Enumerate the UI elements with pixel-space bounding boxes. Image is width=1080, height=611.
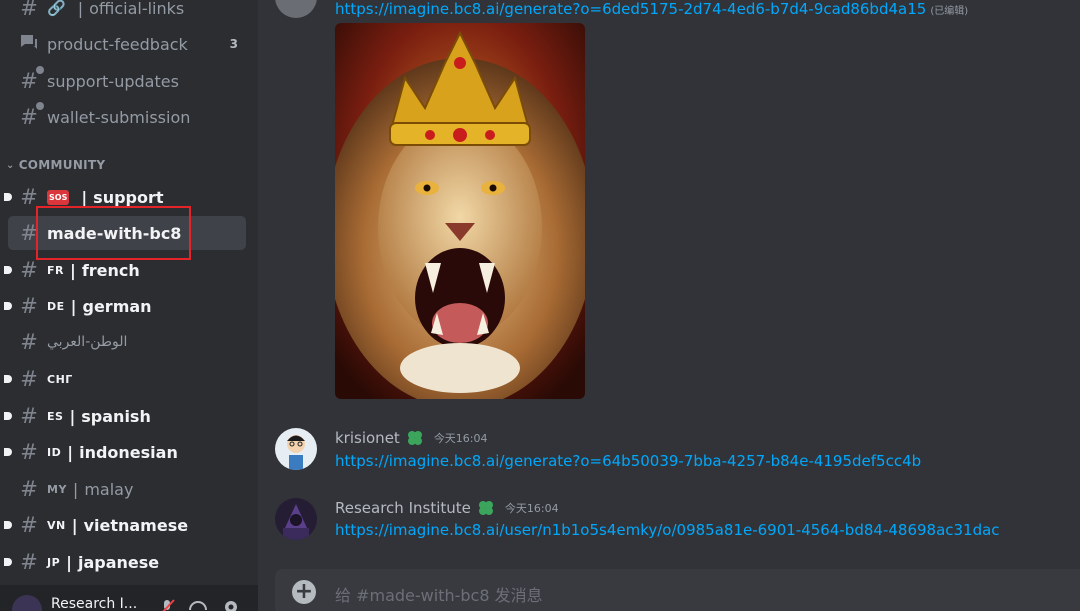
flag-fr-icon: FR: [47, 263, 64, 277]
channel-arabic[interactable]: # الوطن-العربي: [8, 325, 246, 359]
author-name[interactable]: Research Institute: [335, 499, 471, 517]
flag-cn-icon: CHГ: [47, 372, 73, 386]
flag-my-icon: MY: [47, 482, 67, 496]
channel-label: spanish: [81, 406, 151, 426]
category-label: COMMUNITY: [18, 158, 106, 172]
lion-king-image: [335, 23, 585, 399]
gear-icon[interactable]: [222, 598, 240, 611]
channel-label: indonesian: [79, 442, 178, 462]
highlight-annotation-box: [36, 206, 191, 260]
announcement-hash-icon: #: [18, 102, 44, 129]
channel-label: official-links: [89, 0, 185, 18]
link-text[interactable]: https://imagine.bc8.ai/generate?o=6ded51…: [335, 0, 926, 18]
clover-badge-icon: [407, 431, 422, 445]
hash-icon: #: [20, 294, 38, 318]
channel-label: wallet-submission: [47, 107, 191, 127]
channel-separator: |: [72, 479, 79, 499]
channel-label: vietnamese: [83, 515, 189, 535]
channel-label: japanese: [78, 552, 160, 572]
channel-label: product-feedback: [47, 34, 188, 54]
chevron-down-icon: ⌄: [6, 159, 15, 171]
unread-indicator: [4, 448, 12, 456]
channel-label: french: [81, 260, 140, 280]
channel-separator: |: [81, 187, 88, 207]
user-avatar[interactable]: [12, 595, 42, 611]
channel-japanese[interactable]: # JP | japanese: [4, 545, 246, 579]
hash-icon: #: [20, 367, 38, 391]
message-link[interactable]: https://imagine.bc8.ai/user/n1b1o5s4emky…: [335, 521, 1000, 539]
hash-icon: #: [20, 550, 38, 574]
flag-es-icon: ES: [47, 409, 64, 423]
message-link[interactable]: https://imagine.bc8.ai/generate?o=64b500…: [335, 452, 921, 470]
channel-label: german: [82, 296, 152, 316]
flag-vn-icon: VN: [47, 518, 66, 532]
message-timestamp: 今天16:04: [433, 432, 488, 445]
channel-separator: |: [69, 406, 76, 426]
hash-icon: #: [20, 0, 38, 20]
channel-separator: |: [67, 442, 74, 462]
channel-separator: |: [77, 0, 84, 18]
channel-label: الوطن-العربي: [47, 334, 128, 350]
user-avatar[interactable]: [275, 0, 317, 18]
category-community[interactable]: ⌄ COMMUNITY: [6, 158, 105, 172]
hash-icon: #: [20, 258, 38, 282]
unread-indicator: [4, 375, 12, 383]
channel-label: support-updates: [47, 71, 179, 91]
channel-vietnamese[interactable]: # VN | vietnamese: [4, 508, 246, 542]
channel-malay[interactable]: # MY | malay: [8, 472, 246, 506]
hash-icon: #: [20, 404, 38, 428]
channel-label: malay: [84, 479, 134, 499]
channel-indonesian[interactable]: # ID | indonesian: [4, 435, 246, 469]
unread-indicator: [4, 558, 12, 566]
channel-support-updates[interactable]: # support-updates: [8, 64, 246, 98]
sos-emoji-icon: SOS: [47, 189, 70, 205]
hash-icon: #: [20, 440, 38, 464]
forum-icon: [18, 32, 40, 56]
channel-spanish[interactable]: # ES | spanish: [4, 399, 246, 433]
channel-chinese[interactable]: # CHГ: [4, 362, 246, 396]
edited-label: (已编辑): [930, 6, 969, 17]
message-input-placeholder[interactable]: 给 #made-with-bc8 发消息: [335, 582, 543, 606]
message-area: https://imagine.bc8.ai/generate?o=6ded51…: [258, 0, 1080, 611]
hash-icon: #: [20, 330, 38, 354]
flag-jp-icon: JP: [47, 555, 61, 569]
channel-german[interactable]: # DE | german: [4, 289, 246, 323]
mute-mic-icon[interactable]: [158, 598, 176, 611]
unread-indicator: [4, 193, 12, 201]
message-author-row: Research Institute 今天16:04: [335, 499, 559, 517]
attached-image[interactable]: [335, 23, 585, 399]
message-author-row: krisionet 今天16:04: [335, 429, 488, 447]
message-link[interactable]: https://imagine.bc8.ai/generate?o=6ded51…: [335, 0, 968, 18]
announcement-hash-icon: #: [18, 66, 44, 93]
user-name[interactable]: Research I...: [51, 596, 137, 611]
channel-separator: |: [70, 296, 77, 316]
hash-icon: #: [20, 477, 38, 501]
clover-badge-icon: [478, 501, 493, 515]
channel-label: support: [93, 187, 164, 207]
unread-indicator: [4, 521, 12, 529]
author-name[interactable]: krisionet: [335, 429, 400, 447]
channel-separator: |: [66, 552, 72, 572]
message-timestamp: 今天16:04: [504, 502, 559, 515]
channel-sidebar: # 🔗 | official-links product-feedback 3 …: [0, 0, 258, 611]
message-composer[interactable]: + 给 #made-with-bc8 发消息: [275, 569, 1080, 611]
user-avatar[interactable]: [275, 428, 317, 470]
unread-count-badge: 3: [229, 37, 238, 51]
channel-separator: |: [69, 260, 76, 280]
user-panel: Research I...: [0, 585, 258, 611]
flag-de-icon: DE: [47, 299, 65, 313]
channel-official-links[interactable]: # 🔗 | official-links: [8, 0, 246, 25]
hash-icon: #: [20, 513, 38, 537]
add-attachment-icon[interactable]: +: [292, 580, 316, 604]
user-avatar[interactable]: [275, 498, 317, 540]
link-icon: 🔗: [47, 0, 66, 17]
unread-indicator: [4, 412, 12, 420]
unread-indicator: [4, 266, 12, 274]
channel-product-feedback[interactable]: product-feedback 3: [8, 27, 246, 61]
unread-indicator: [4, 302, 12, 310]
flag-id-icon: ID: [47, 445, 62, 459]
headphones-icon[interactable]: [188, 598, 207, 611]
channel-wallet-submission[interactable]: # wallet-submission: [8, 100, 246, 134]
channel-separator: |: [71, 515, 78, 535]
